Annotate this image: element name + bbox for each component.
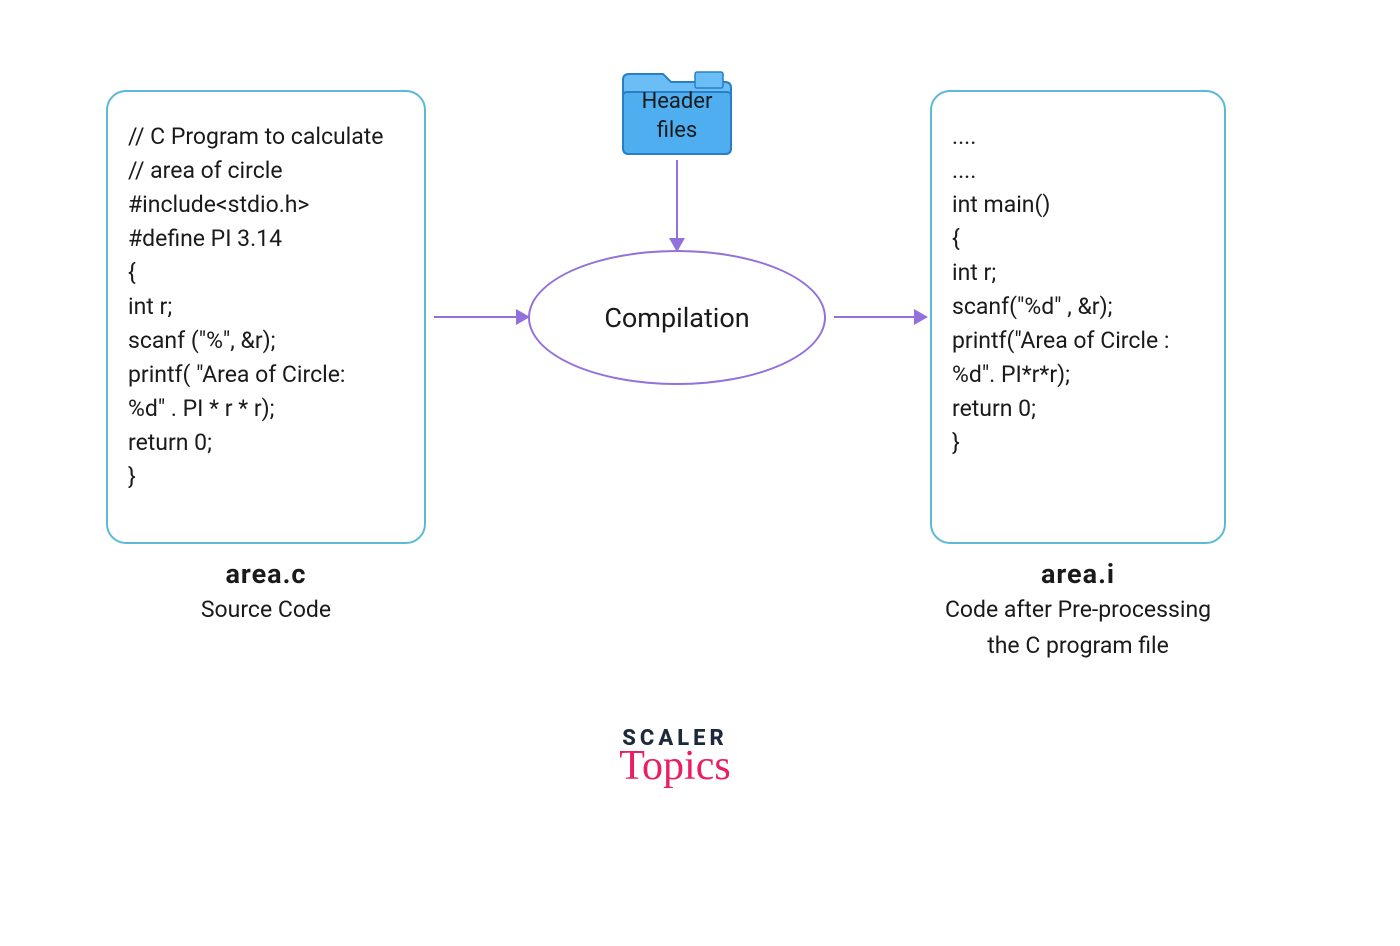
code-line: return 0; bbox=[128, 426, 404, 460]
subtitle-right-l2: the C program file bbox=[928, 630, 1228, 662]
filename-right: area.i bbox=[928, 558, 1228, 590]
logo-topics-text: Topics bbox=[595, 745, 755, 787]
code-line: // C Program to calculate bbox=[128, 120, 404, 154]
code-line: { bbox=[952, 222, 1204, 256]
code-line: } bbox=[128, 460, 404, 494]
folder-label: Header files bbox=[642, 88, 713, 145]
code-line: %d". PI*r*r); bbox=[952, 358, 1204, 392]
source-code-box: // C Program to calculate // area of cir… bbox=[106, 90, 426, 544]
code-line: } bbox=[952, 426, 1204, 460]
preprocessed-code-box: .... .... int main() { int r; scanf("%d"… bbox=[930, 90, 1226, 544]
compilation-diagram: // C Program to calculate // area of cir… bbox=[0, 0, 1400, 946]
code-line: { bbox=[128, 256, 404, 290]
code-line: int r; bbox=[128, 290, 404, 324]
code-line: printf( "Area of Circle: bbox=[128, 358, 404, 392]
code-line: // area of circle bbox=[128, 154, 404, 188]
folder-label-l1: Header bbox=[642, 88, 713, 117]
compilation-ellipse: Compilation bbox=[528, 250, 826, 385]
scaler-topics-logo: SCALER Topics bbox=[595, 726, 755, 787]
code-line: %d" . PI * r * r); bbox=[128, 392, 404, 426]
code-line: #define PI 3.14 bbox=[128, 222, 404, 256]
source-code-label: area.c Source Code bbox=[116, 558, 416, 626]
subtitle-right-l1: Code after Pre-processing bbox=[928, 594, 1228, 626]
code-line: int main() bbox=[952, 188, 1204, 222]
code-line: .... bbox=[952, 120, 1204, 154]
code-line: scanf("%d" , &r); bbox=[952, 290, 1204, 324]
code-line: printf("Area of Circle : bbox=[952, 324, 1204, 358]
header-files-folder: Header files bbox=[614, 68, 740, 156]
filename-left: area.c bbox=[116, 558, 416, 590]
ellipse-label: Compilation bbox=[604, 302, 749, 334]
folder-label-l2: files bbox=[642, 117, 713, 146]
code-line: #include<stdio.h> bbox=[128, 188, 404, 222]
code-line: .... bbox=[952, 154, 1204, 188]
code-line: scanf ("%", &r); bbox=[128, 324, 404, 358]
subtitle-left: Source Code bbox=[116, 594, 416, 626]
code-line: return 0; bbox=[952, 392, 1204, 426]
preprocessed-code-label: area.i Code after Pre-processing the C p… bbox=[928, 558, 1228, 662]
code-line: int r; bbox=[952, 256, 1204, 290]
